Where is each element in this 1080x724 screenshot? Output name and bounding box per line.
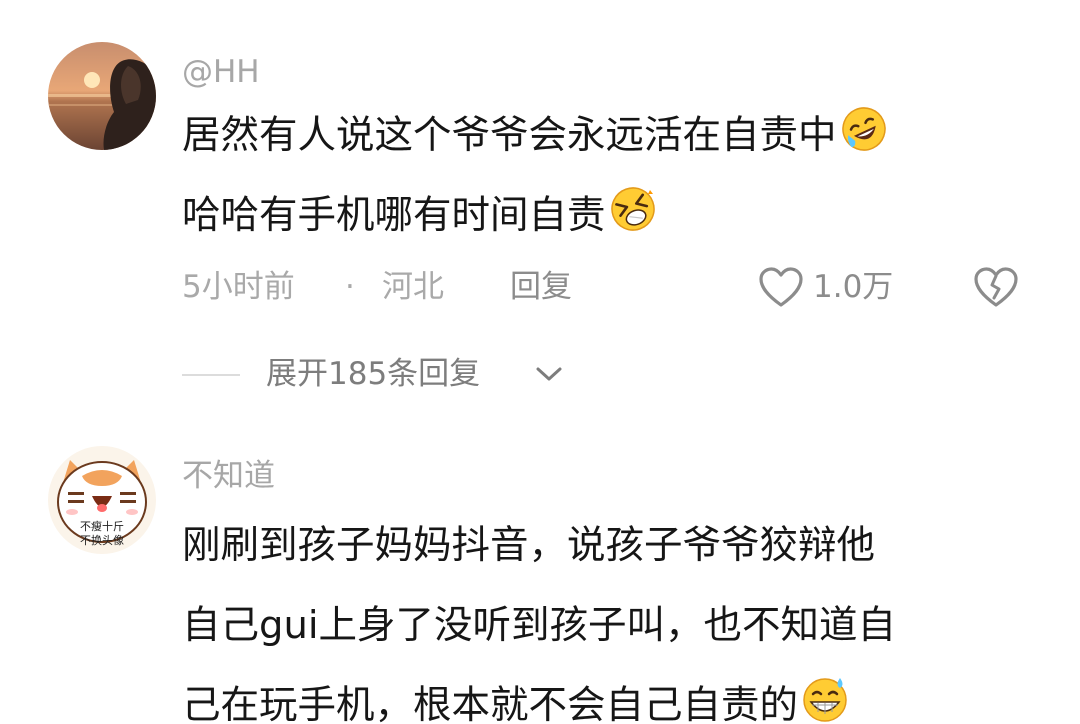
timestamp: 5小时前: [182, 269, 295, 305]
comment-body: 居然有人说这个爷爷会永远活在自责中 哈哈有手机哪有时间自责: [182, 96, 1042, 256]
broken-heart-icon[interactable]: [972, 265, 1020, 309]
comment-meta: 5小时前 · 河北 回复 1.0万: [182, 264, 1042, 310]
avatar[interactable]: 不瘦十斤 不换头像: [48, 446, 156, 554]
comment-body: 刚刷到孩子妈妈抖音，说孩子爷爷狡辩他 自己gui上身了没听到孩子叫，也不知道自 …: [182, 506, 1042, 724]
username[interactable]: 不知道: [182, 456, 275, 496]
comment-line: 己在玩手机，根本就不会自己自责的: [182, 666, 1042, 724]
location: 河北: [382, 269, 444, 305]
grin-sweat-emoji-icon: [803, 678, 847, 722]
chevron-down-icon: [536, 367, 562, 381]
expand-replies-label: 展开185条回复: [266, 356, 481, 392]
comment-line-text: 哈哈有手机哪有时间自责: [182, 193, 606, 238]
avatar-text: 不瘦十斤: [80, 519, 124, 533]
heart-outline-icon: [759, 267, 803, 307]
reply-button[interactable]: 回复: [510, 264, 572, 310]
xd-laughing-emoji-icon: [610, 187, 655, 231]
comment-line: 自己gui上身了没听到孩子叫，也不知道自: [182, 603, 897, 648]
comment-line: 哈哈有手机哪有时间自责: [182, 176, 1042, 256]
like-count: 1.0万: [813, 269, 894, 305]
meta-separator: ·: [345, 269, 355, 305]
comment-list: @HH 居然有人说这个爷爷会永远活在自责中 哈哈有手机哪有时间自责 5小时前 ·…: [0, 0, 1080, 724]
comment-line-text: 居然有人说这个爷爷会永远活在自责中: [182, 113, 837, 158]
username[interactable]: @HH: [182, 52, 260, 92]
avatar-text: 不换头像: [80, 533, 124, 547]
comment-line-text: 己在玩手机，根本就不会自己自责的: [182, 683, 799, 724]
divider: [182, 374, 240, 376]
avatar[interactable]: [48, 42, 156, 150]
rofl-emoji-icon: [841, 107, 886, 151]
comment-line: 刚刷到孩子妈妈抖音，说孩子爷爷狡辩他: [182, 523, 876, 568]
comment-line: 居然有人说这个爷爷会永远活在自责中: [182, 96, 1042, 176]
